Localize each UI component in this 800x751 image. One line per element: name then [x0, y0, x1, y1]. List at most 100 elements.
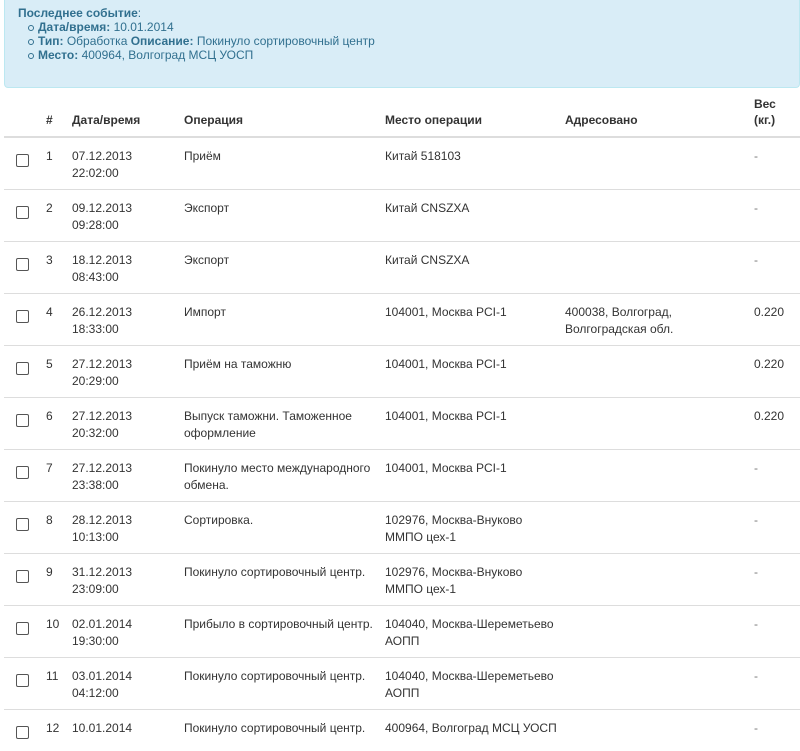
- row-time: 23:09:00: [72, 581, 176, 598]
- weight-column-header: Вес (кг.): [750, 96, 800, 137]
- row-operation: Сортировка.: [180, 502, 381, 554]
- row-operation: Выпуск таможни. Таможенное оформление: [180, 398, 381, 450]
- row-operation: Импорт: [180, 294, 381, 346]
- row-date: 26.12.2013: [72, 304, 176, 321]
- row-number: 3: [42, 242, 68, 294]
- operation-column-header: Операция: [180, 96, 381, 137]
- row-weight: 0.220: [750, 294, 800, 346]
- table-row: 1103.01.201404:12:00Покинуло сортировочн…: [4, 658, 800, 710]
- row-time: 22:02:00: [72, 165, 176, 182]
- row-checkbox[interactable]: [16, 622, 29, 635]
- row-operation: Покинуло место международного обмена.: [180, 450, 381, 502]
- row-checkbox[interactable]: [16, 466, 29, 479]
- row-number: 12: [42, 710, 68, 751]
- row-checkbox[interactable]: [16, 258, 29, 271]
- row-number: 1: [42, 137, 68, 190]
- row-datetime: 26.12.201318:33:00: [68, 294, 180, 346]
- row-date: 31.12.2013: [72, 564, 176, 581]
- row-checkbox[interactable]: [16, 310, 29, 323]
- row-date: 03.01.2014: [72, 668, 176, 685]
- desc-value: Покинуло сортировочный центр: [197, 34, 375, 48]
- row-number: 8: [42, 502, 68, 554]
- datetime-value: 10.01.2014: [114, 20, 174, 34]
- row-number: 4: [42, 294, 68, 346]
- row-date: 27.12.2013: [72, 460, 176, 477]
- last-event-place: Место: 400964, Волгоград МСЦ УОСП: [28, 48, 799, 62]
- table-row: 318.12.201308:43:00ЭкспортКитай CNSZXA-: [4, 242, 800, 294]
- row-datetime: 10.01.2014: [68, 710, 180, 751]
- table-header-row: # Дата/время Операция Место операции Адр…: [4, 96, 800, 137]
- row-datetime: 07.12.201322:02:00: [68, 137, 180, 190]
- table-row: 426.12.201318:33:00Импорт104001, Москва …: [4, 294, 800, 346]
- row-weight: -: [750, 242, 800, 294]
- table-row: 931.12.201323:09:00Покинуло сортировочны…: [4, 554, 800, 606]
- row-place: 104001, Москва PCI-1: [381, 294, 561, 346]
- row-checkbox[interactable]: [16, 674, 29, 687]
- place-column-header: Место операции: [381, 96, 561, 137]
- row-date: 09.12.2013: [72, 200, 176, 217]
- row-date: 27.12.2013: [72, 408, 176, 425]
- row-place: 102976, Москва-Внуково ММПО цех-1: [381, 502, 561, 554]
- row-place: 104040, Москва-Шереметьево АОПП: [381, 658, 561, 710]
- row-operation: Приём на таможню: [180, 346, 381, 398]
- row-select-cell: [4, 346, 42, 398]
- table-row: 209.12.201309:28:00ЭкспортКитай CNSZXA-: [4, 190, 800, 242]
- row-select-cell: [4, 398, 42, 450]
- row-datetime: 09.12.201309:28:00: [68, 190, 180, 242]
- row-time: 09:28:00: [72, 217, 176, 234]
- row-weight: -: [750, 190, 800, 242]
- row-time: 20:32:00: [72, 425, 176, 442]
- row-select-cell: [4, 242, 42, 294]
- row-place: 104001, Москва PCI-1: [381, 346, 561, 398]
- type-label: Тип:: [38, 34, 64, 48]
- row-checkbox[interactable]: [16, 570, 29, 583]
- row-weight: 0.220: [750, 346, 800, 398]
- place-value: 400964, Волгоград МСЦ УОСП: [82, 48, 254, 62]
- row-time: 08:43:00: [72, 269, 176, 286]
- row-number: 9: [42, 554, 68, 606]
- row-operation: Покинуло сортировочный центр.: [180, 710, 381, 751]
- addressed-column-header: Адресовано: [561, 96, 750, 137]
- row-time: 19:30:00: [72, 633, 176, 650]
- row-datetime: 28.12.201310:13:00: [68, 502, 180, 554]
- last-event-panel: Последнее событие: Дата/время: 10.01.201…: [4, 0, 800, 88]
- row-checkbox[interactable]: [16, 206, 29, 219]
- row-addressed: [561, 398, 750, 450]
- row-place: Китай CNSZXA: [381, 190, 561, 242]
- row-weight: 0.220: [750, 398, 800, 450]
- row-addressed: 400038, Волгоград, Волгоградская обл.: [561, 294, 750, 346]
- row-addressed: [561, 658, 750, 710]
- select-column-header: [4, 96, 42, 137]
- row-addressed: [561, 190, 750, 242]
- row-checkbox[interactable]: [16, 518, 29, 531]
- row-place: 400964, Волгоград МСЦ УОСП: [381, 710, 561, 751]
- row-checkbox[interactable]: [16, 414, 29, 427]
- row-time: 18:33:00: [72, 321, 176, 338]
- row-weight: -: [750, 502, 800, 554]
- row-place: 104001, Москва PCI-1: [381, 450, 561, 502]
- desc-label: Описание:: [131, 34, 194, 48]
- row-select-cell: [4, 606, 42, 658]
- last-event-list: Дата/время: 10.01.2014 Тип: Обработка Оп…: [18, 20, 799, 62]
- row-date: 28.12.2013: [72, 512, 176, 529]
- row-date: 10.01.2014: [72, 720, 176, 737]
- row-select-cell: [4, 658, 42, 710]
- row-time: 23:38:00: [72, 477, 176, 494]
- row-select-cell: [4, 137, 42, 190]
- row-checkbox[interactable]: [16, 154, 29, 167]
- row-select-cell: [4, 710, 42, 751]
- row-addressed: [561, 242, 750, 294]
- row-addressed: [561, 606, 750, 658]
- type-value: Обработка: [67, 34, 128, 48]
- row-addressed: [561, 137, 750, 190]
- row-weight: -: [750, 137, 800, 190]
- last-event-heading: Последнее событие:: [18, 6, 799, 20]
- row-operation: Покинуло сортировочный центр.: [180, 554, 381, 606]
- row-datetime: 03.01.201404:12:00: [68, 658, 180, 710]
- row-weight: -: [750, 450, 800, 502]
- table-row: 1210.01.2014Покинуло сортировочный центр…: [4, 710, 800, 751]
- num-column-header: #: [42, 96, 68, 137]
- row-checkbox[interactable]: [16, 362, 29, 375]
- table-row: 828.12.201310:13:00Сортировка.102976, Мо…: [4, 502, 800, 554]
- row-place: Китай CNSZXA: [381, 242, 561, 294]
